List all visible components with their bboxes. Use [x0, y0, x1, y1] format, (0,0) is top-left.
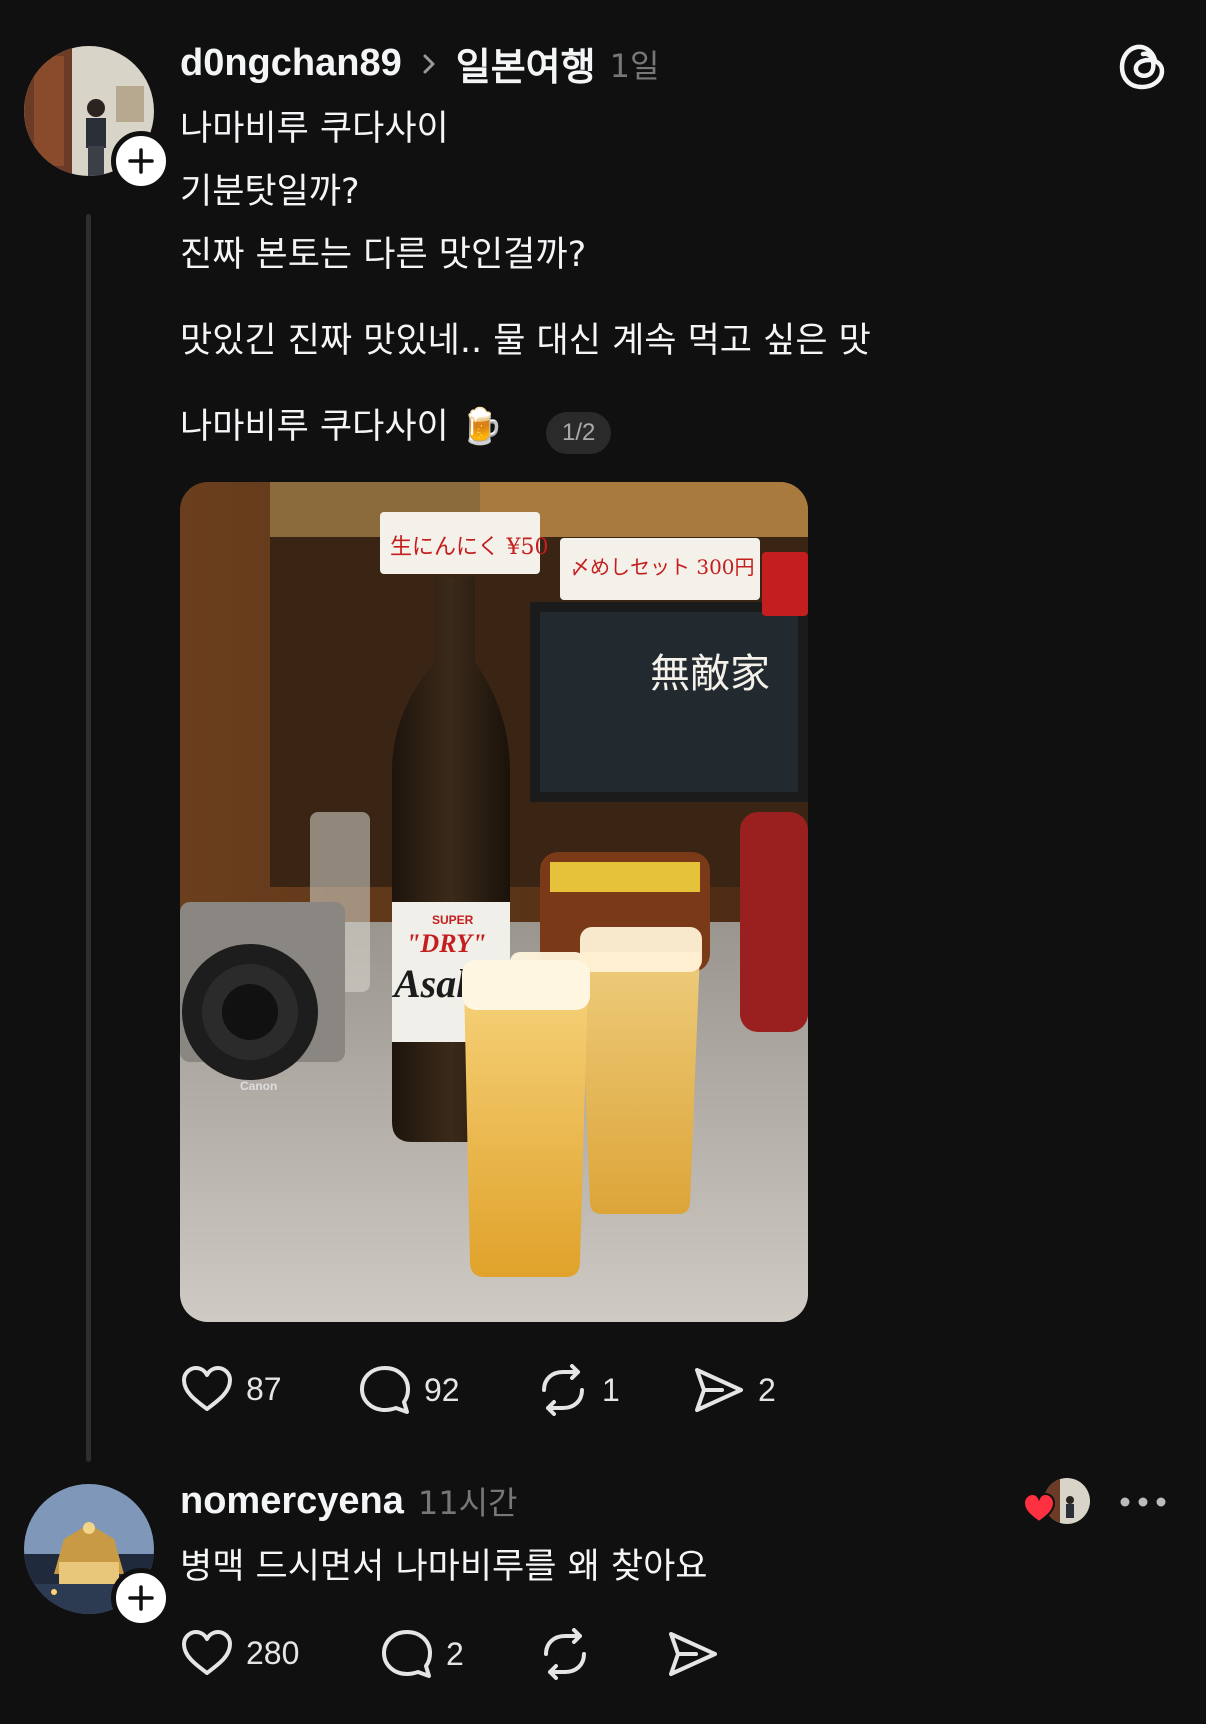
reply-share-button[interactable] — [666, 1628, 720, 1680]
reply-username[interactable]: nomercyena — [180, 1480, 404, 1523]
post-comment-button[interactable]: 92 — [358, 1364, 460, 1416]
reply-comment-button[interactable]: 2 — [380, 1628, 464, 1680]
plus-icon — [128, 148, 154, 174]
repost-icon — [544, 1628, 586, 1680]
comment-icon — [382, 1630, 432, 1678]
threads-logo-icon[interactable] — [1118, 40, 1168, 92]
bottle-super-label: SUPER — [432, 913, 474, 927]
sign-shop-label: 無敵家 — [650, 651, 770, 697]
post-text-line-2: 기분탓일까? — [180, 172, 360, 212]
post-repost-button[interactable]: 1 — [536, 1364, 620, 1416]
comment-icon — [360, 1366, 410, 1414]
post-text-line-1: 나마비루 쿠다사이 — [180, 109, 449, 149]
post-text-line-3: 진짜 본토는 다른 맛인걸까? — [180, 235, 587, 275]
heart-icon — [182, 1366, 232, 1411]
post-header: d0ngchan89 일본여행 1일 — [180, 36, 659, 91]
post-share-button[interactable]: 2 — [692, 1364, 776, 1416]
reply-comment-count: 2 — [446, 1635, 464, 1672]
post-comment-count: 92 — [424, 1371, 460, 1408]
post-repost-count: 1 — [602, 1371, 620, 1408]
chevron-right-icon — [423, 54, 435, 73]
post-text-line-4: 맛있긴 진짜 맛있네.. 물 대신 계속 먹고 싶은 맛 — [180, 321, 871, 361]
more-icon[interactable] — [1118, 1492, 1168, 1512]
plus-icon — [128, 1585, 154, 1611]
heart-icon — [1022, 1492, 1056, 1524]
reply-time: 11시간 — [417, 1484, 518, 1522]
follow-reply-author-button[interactable] — [111, 1568, 171, 1628]
sign-garlic-label: 生にんにく ¥50 — [390, 535, 549, 560]
heart-icon — [182, 1630, 232, 1675]
repost-icon — [542, 1364, 584, 1416]
thread-connector-line — [86, 214, 91, 1462]
sign-set-label: 〆めしセット 300円 — [570, 555, 755, 579]
follow-post-author-button[interactable] — [111, 131, 171, 191]
share-icon — [669, 1632, 717, 1676]
post-username[interactable]: d0ngchan89 — [180, 42, 402, 85]
image-pager-badge: 1/2 — [546, 412, 612, 454]
post-time: 1일 — [609, 46, 660, 85]
reply-repost-button[interactable] — [538, 1628, 592, 1680]
reply-like-count: 280 — [246, 1634, 300, 1671]
author-liked-indicator — [1022, 1478, 1092, 1528]
reply-header: nomercyena 11시간 — [180, 1478, 518, 1524]
post-photo[interactable]: 生にんにく ¥50 〆めしセット 300円 無敵家 SUPER "DRY" As… — [180, 482, 808, 1322]
bottle-dry-label: "DRY" — [406, 929, 486, 958]
post-like-button[interactable]: 87 — [180, 1364, 282, 1414]
reply-like-button[interactable]: 280 — [180, 1628, 299, 1678]
post-share-count: 2 — [758, 1371, 776, 1408]
post-topic[interactable]: 일본여행 — [456, 36, 596, 91]
post-like-count: 87 — [246, 1370, 282, 1407]
share-icon — [695, 1368, 743, 1412]
camera-brand-label: Canon — [240, 1079, 277, 1093]
reply-text: 병맥 드시면서 나마비루를 왜 찾아요 — [180, 1547, 708, 1587]
post-text-line-5: 나마비루 쿠다사이 🍺 — [180, 407, 504, 447]
